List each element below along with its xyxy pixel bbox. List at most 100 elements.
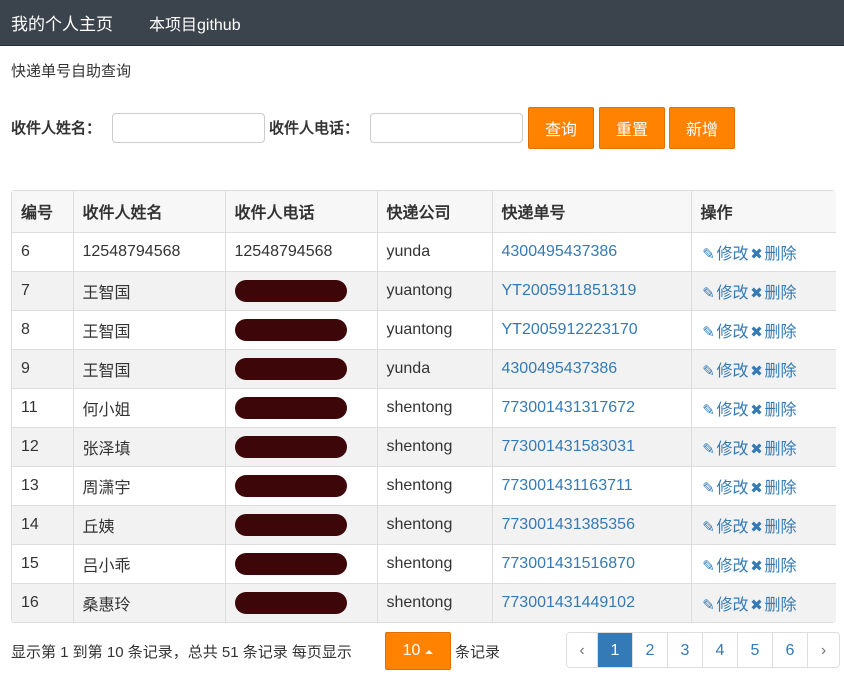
cell-actions: ✎ 修改 ✖ 删除 bbox=[691, 583, 836, 622]
cell-tracking: 773001431516870 bbox=[492, 544, 692, 584]
pagination-page-4[interactable]: 4 bbox=[703, 633, 738, 667]
pagination-summary: 显示第 1 到第 10 条记录，总共 51 条记录 每页显示 bbox=[11, 644, 352, 661]
delete-action[interactable]: ✖ 删除 bbox=[749, 284, 797, 302]
cell-tracking: 773001431385356 bbox=[492, 505, 692, 545]
tracking-link[interactable]: 4300495437386 bbox=[502, 360, 618, 377]
delete-action[interactable]: ✖ 删除 bbox=[749, 363, 796, 380]
tracking-link[interactable]: 773001431163711 bbox=[502, 477, 633, 494]
cell-phone bbox=[225, 544, 378, 584]
recipient-name-input[interactable] bbox=[112, 113, 265, 143]
table-row: 14 丘姨 shentong 773001431385356 ✎ 修改 ✖ 删除 bbox=[12, 505, 836, 545]
col-header-name[interactable]: 收件人姓名 bbox=[73, 191, 226, 233]
edit-action[interactable]: ✎ 修改 bbox=[701, 480, 748, 497]
redacted-phone bbox=[234, 591, 347, 614]
delete-action[interactable]: ✖ 删除 bbox=[749, 597, 796, 614]
col-header-tracking[interactable]: 快递单号 bbox=[492, 191, 692, 233]
tracking-link[interactable]: 4300495437386 bbox=[502, 243, 618, 260]
cell-actions: ✎ 修改 ✖ 删除 bbox=[691, 271, 836, 311]
pagination-page-6[interactable]: 6 bbox=[773, 633, 808, 667]
page-subtitle: 快递单号自助查询 bbox=[11, 63, 132, 80]
cell-name: 王智国 bbox=[73, 271, 226, 311]
pagination-page-2[interactable]: 2 bbox=[633, 633, 668, 667]
delete-label: 删除 bbox=[764, 284, 797, 302]
delete-label: 删除 bbox=[764, 401, 797, 419]
add-button[interactable]: 新增 bbox=[669, 107, 735, 149]
col-header-company[interactable]: 快递公司 bbox=[377, 191, 493, 233]
pagination-page-1[interactable]: 1 bbox=[598, 633, 633, 667]
cell-actions: ✎ 修改 ✖ 删除 bbox=[691, 466, 836, 506]
pencil-icon: ✎ bbox=[702, 596, 715, 614]
cell-tracking: 773001431317672 bbox=[492, 388, 692, 428]
cell-name: 桑惠玲 bbox=[73, 583, 226, 622]
cell-phone bbox=[225, 505, 378, 545]
edit-action[interactable]: ✎ 修改 bbox=[701, 519, 748, 536]
delete-label: 删除 bbox=[764, 518, 797, 536]
delete-action[interactable]: ✖ 删除 bbox=[749, 440, 797, 458]
results-table: 编号 收件人姓名 收件人电话 快递公司 快递单号 操作 6 1254879456… bbox=[11, 190, 836, 623]
pencil-icon: ✎ bbox=[702, 557, 715, 575]
cell-name: 王智国 bbox=[73, 310, 226, 350]
edit-action[interactable]: ✎ 修改 bbox=[701, 245, 748, 263]
redacted-phone bbox=[234, 357, 347, 380]
edit-action[interactable]: ✎ 修改 bbox=[701, 323, 748, 341]
tracking-link[interactable]: 773001431449102 bbox=[502, 594, 635, 611]
delete-action[interactable]: ✖ 删除 bbox=[749, 480, 796, 497]
edit-action[interactable]: ✎ 修改 bbox=[701, 402, 748, 419]
edit-action[interactable]: ✎ 修改 bbox=[701, 596, 748, 614]
pencil-icon: ✎ bbox=[702, 440, 715, 458]
nav-link-github[interactable]: 本项目github bbox=[149, 11, 241, 35]
edit-action[interactable]: ✎ 修改 bbox=[701, 285, 748, 302]
pagination-next-button[interactable]: › bbox=[808, 633, 839, 667]
edit-action[interactable]: ✎ 修改 bbox=[701, 440, 748, 458]
edit-label: 修改 bbox=[716, 557, 749, 575]
recipient-name-label: 收件人姓名： bbox=[11, 120, 102, 137]
delete-action[interactable]: ✖ 删除 bbox=[749, 323, 796, 341]
cell-id: 13 bbox=[12, 466, 74, 506]
tracking-link[interactable]: 773001431583031 bbox=[502, 438, 635, 455]
tracking-link[interactable]: YT2005911851319 bbox=[502, 282, 637, 299]
pagination-page-3[interactable]: 3 bbox=[668, 633, 703, 667]
page-size-dropdown[interactable]: 10 bbox=[385, 632, 451, 670]
table-row: 6 12548794568 12548794568 yunda 43004954… bbox=[12, 232, 836, 272]
col-header-id[interactable]: 编号 bbox=[12, 191, 74, 233]
edit-label: 修改 bbox=[716, 362, 749, 380]
delete-action[interactable]: ✖ 删除 bbox=[749, 246, 796, 263]
cell-name: 丘姨 bbox=[73, 505, 226, 545]
cell-tracking: 773001431583031 bbox=[492, 427, 692, 467]
table-row: 11 何小姐 shentong 773001431317672 ✎ 修改 ✖ 删除 bbox=[12, 388, 836, 428]
close-icon: ✖ bbox=[750, 323, 763, 341]
cell-tracking: YT2005912223170 bbox=[492, 310, 692, 350]
pencil-icon: ✎ bbox=[702, 245, 715, 263]
nav-link-home[interactable]: 我的个人主页 bbox=[11, 10, 113, 35]
delete-action[interactable]: ✖ 删除 bbox=[749, 557, 797, 575]
cell-phone bbox=[225, 388, 378, 428]
pagination-page-5[interactable]: 5 bbox=[738, 633, 773, 667]
col-header-actions: 操作 bbox=[691, 191, 836, 233]
edit-action[interactable]: ✎ 修改 bbox=[701, 557, 749, 575]
pencil-icon: ✎ bbox=[702, 323, 715, 341]
reset-button[interactable]: 重置 bbox=[599, 107, 665, 149]
delete-label: 删除 bbox=[764, 440, 797, 458]
delete-action[interactable]: ✖ 删除 bbox=[749, 518, 797, 536]
delete-action[interactable]: ✖ 删除 bbox=[749, 401, 797, 419]
delete-label: 删除 bbox=[764, 557, 797, 575]
pagination-prev-button[interactable]: ‹ bbox=[567, 633, 598, 667]
tracking-link[interactable]: 773001431385356 bbox=[502, 516, 635, 533]
cell-actions: ✎ 修改 ✖ 删除 bbox=[691, 427, 836, 467]
col-header-phone[interactable]: 收件人电话 bbox=[225, 191, 378, 233]
query-button[interactable]: 查询 bbox=[528, 107, 594, 149]
edit-action[interactable]: ✎ 修改 bbox=[701, 362, 749, 380]
redacted-phone bbox=[234, 474, 347, 497]
table-header-row: 编号 收件人姓名 收件人电话 快递公司 快递单号 操作 bbox=[12, 191, 836, 233]
tracking-link[interactable]: 773001431516870 bbox=[502, 555, 635, 572]
page-size-suffix: 条记录 bbox=[455, 644, 501, 661]
recipient-phone-input[interactable] bbox=[370, 113, 523, 143]
cell-company: yunda bbox=[377, 232, 493, 272]
tracking-link[interactable]: YT2005912223170 bbox=[502, 321, 638, 338]
cell-tracking: 773001431163711 bbox=[492, 466, 692, 506]
cell-actions: ✎ 修改 ✖ 删除 bbox=[691, 388, 836, 428]
cell-tracking: 4300495437386 bbox=[492, 349, 692, 389]
cell-name: 12548794568 bbox=[73, 232, 226, 272]
close-icon: ✖ bbox=[750, 440, 763, 458]
tracking-link[interactable]: 773001431317672 bbox=[502, 399, 635, 416]
